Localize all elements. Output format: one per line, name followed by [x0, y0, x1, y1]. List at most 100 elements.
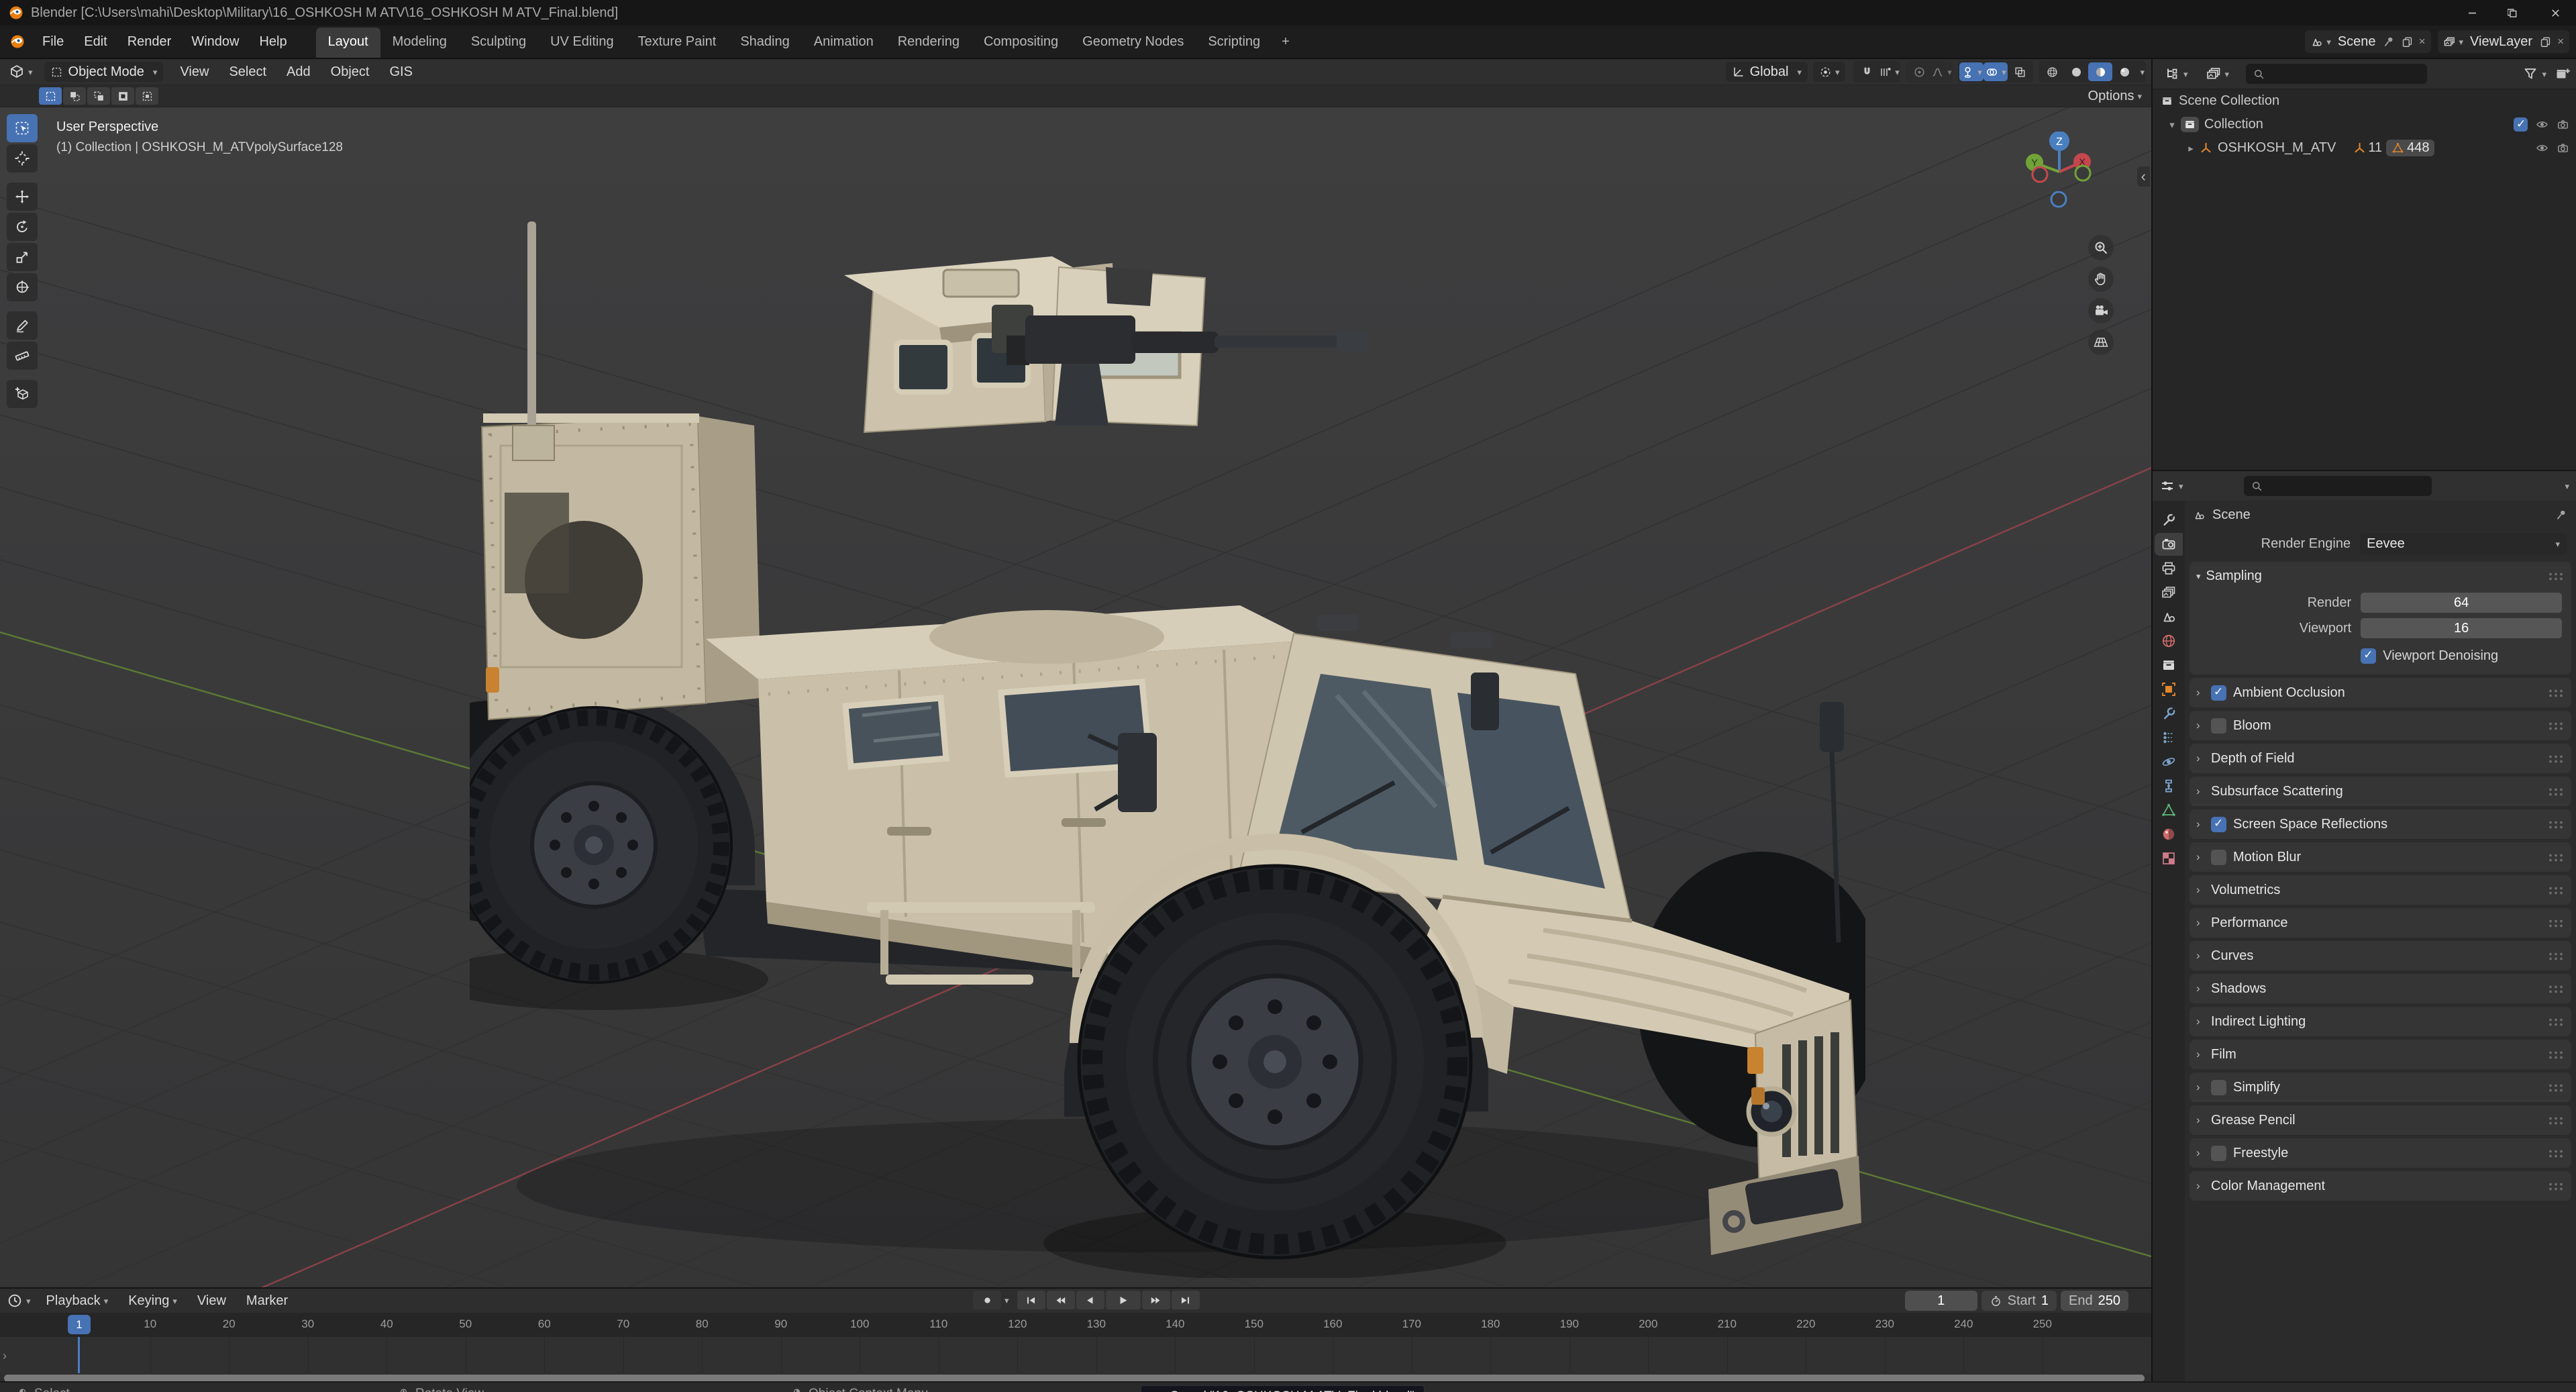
tab-texture-paint[interactable]: Texture Paint — [626, 28, 729, 58]
panel-motion-blur[interactable]: ›Motion Blur — [2189, 842, 2571, 872]
properties-options-dropdown[interactable]: ▾ — [2565, 482, 2569, 491]
viewport-menu-object[interactable]: Object — [321, 60, 380, 84]
properties-tab-tool[interactable] — [2155, 509, 2183, 532]
options-dropdown[interactable]: Options▾ — [2088, 89, 2142, 104]
properties-tab-texture[interactable] — [2155, 847, 2183, 870]
panel-simplify[interactable]: ›Simplify — [2189, 1073, 2571, 1102]
camera-render-visibility-icon[interactable] — [2557, 118, 2569, 131]
start-frame-field[interactable]: 1 — [2041, 1293, 2049, 1309]
sampling-panel-header[interactable]: ▾ Sampling — [2189, 562, 2571, 590]
timeline-ruler[interactable]: 1 10203040506070809010011012013014015016… — [0, 1313, 2151, 1338]
panel-drag-handle[interactable] — [2548, 1149, 2565, 1158]
navigation-gizmo[interactable]: Z Y X — [2016, 132, 2103, 219]
menu-render[interactable]: Render — [117, 30, 182, 54]
properties-tab-modifiers[interactable] — [2155, 702, 2183, 725]
transform-orientation-dropdown[interactable]: Global▾ — [1726, 62, 1808, 82]
viewport-samples-field[interactable]: 16 — [2361, 618, 2562, 638]
panel-expand-icon[interactable]: › — [2196, 1048, 2211, 1061]
tool-cursor[interactable] — [7, 144, 38, 172]
panel-drag-handle[interactable] — [2548, 952, 2565, 960]
show-gizmos-toggle[interactable]: ▾ — [1959, 62, 1983, 81]
nav-toggle-perspective-button[interactable] — [2088, 330, 2114, 355]
panel-subsurface-scattering[interactable]: ›Subsurface Scattering — [2189, 777, 2571, 806]
outliner-row-scene-collection[interactable]: Scene Collection — [2153, 89, 2576, 113]
tool-transform[interactable] — [7, 273, 38, 301]
panel-grease-pencil[interactable]: ›Grease Pencil — [2189, 1105, 2571, 1135]
eye-icon[interactable] — [2536, 142, 2548, 154]
panel-drag-handle[interactable] — [2548, 919, 2565, 928]
properties-editor-type[interactable]: ▾ — [2159, 478, 2183, 494]
timeline-menu-keying[interactable]: Keying▾ — [118, 1289, 187, 1313]
nav-camera-view-button[interactable] — [2088, 298, 2114, 324]
tab-uv-editing[interactable]: UV Editing — [538, 28, 626, 58]
nav-zoom-button[interactable] — [2088, 235, 2114, 260]
panel-expand-icon[interactable]: › — [2196, 719, 2211, 732]
timeline-menu-view[interactable]: View — [187, 1289, 236, 1313]
timeline-expand-arrow[interactable]: › — [3, 1349, 7, 1363]
panel-shadows[interactable]: ›Shadows — [2189, 974, 2571, 1003]
panel-expand-icon[interactable]: › — [2196, 785, 2211, 798]
tab-shading[interactable]: Shading — [728, 28, 801, 58]
viewport-denoising-checkbox[interactable] — [2361, 648, 2376, 664]
menu-file[interactable]: File — [32, 30, 74, 54]
properties-tab-collection[interactable] — [2155, 654, 2183, 677]
properties-search-input[interactable] — [2244, 476, 2432, 496]
tool-move[interactable] — [7, 183, 38, 211]
tool-add-cube[interactable] — [7, 380, 38, 408]
filter-funnel-icon[interactable] — [2522, 66, 2538, 82]
panel-expand-icon[interactable]: › — [2196, 752, 2211, 765]
properties-tab-output[interactable] — [2155, 557, 2183, 580]
nav-pan-button[interactable] — [2088, 266, 2114, 292]
panel-drag-handle[interactable] — [2548, 886, 2565, 895]
new-collection-button[interactable] — [2555, 66, 2571, 82]
shading-rendered[interactable] — [2112, 62, 2136, 81]
render-engine-dropdown[interactable]: Eevee ▾ — [2360, 533, 2567, 554]
panel-expand-icon[interactable]: › — [2196, 1015, 2211, 1028]
playhead[interactable] — [78, 1337, 80, 1373]
copy-icon[interactable] — [2401, 36, 2414, 48]
collection-checkbox[interactable] — [2514, 117, 2528, 132]
auto-keying-button[interactable] — [973, 1291, 1001, 1309]
panel-expand-icon[interactable]: › — [2196, 1113, 2211, 1127]
editor-type-selector[interactable]: ▾ — [3, 62, 39, 82]
chevron-down-icon[interactable]: ▾ — [2140, 68, 2145, 77]
timeline-editor-type[interactable]: ▾ — [7, 1293, 31, 1309]
panel-screen-space-reflections[interactable]: ›Screen Space Reflections — [2189, 809, 2571, 839]
properties-tab-world[interactable] — [2155, 630, 2183, 652]
screen-space-reflections-checkbox[interactable] — [2211, 817, 2226, 832]
panel-expand-icon[interactable]: › — [2196, 1146, 2211, 1160]
gizmo-neg-y-axis[interactable] — [2075, 166, 2090, 181]
jump-to-start-button[interactable] — [1017, 1291, 1045, 1309]
panel-volumetrics[interactable]: ›Volumetrics — [2189, 875, 2571, 905]
falloff-dropdown[interactable]: ▾ — [1931, 62, 1951, 81]
render-samples-field[interactable]: 64 — [2361, 593, 2562, 613]
next-keyframe-button[interactable] — [1142, 1291, 1170, 1309]
previous-keyframe-button[interactable] — [1047, 1291, 1075, 1309]
proportional-edit-toggle[interactable] — [1907, 62, 1931, 81]
blender-menu-button[interactable] — [0, 30, 32, 54]
eye-icon[interactable] — [2536, 118, 2548, 131]
outliner-display-mode[interactable]: ▾ — [2158, 64, 2194, 84]
tab-layout[interactable]: Layout — [316, 28, 380, 58]
properties-tab-material[interactable] — [2155, 823, 2183, 846]
panel-indirect-lighting[interactable]: ›Indirect Lighting — [2189, 1007, 2571, 1036]
snap-settings-dropdown[interactable]: ▾ — [1879, 62, 1899, 81]
properties-tab-object-data[interactable] — [2155, 799, 2183, 822]
keying-dropdown-arrow[interactable]: ▾ — [1004, 1296, 1009, 1305]
select-mode-invert[interactable] — [111, 87, 134, 105]
tab-geometry-nodes[interactable]: Geometry Nodes — [1070, 28, 1196, 58]
panel-freestyle[interactable]: ›Freestyle — [2189, 1138, 2571, 1168]
add-workspace-button[interactable]: + — [1272, 28, 1299, 56]
copy-icon[interactable] — [2539, 36, 2552, 48]
tool-measure[interactable] — [7, 342, 38, 370]
freestyle-checkbox[interactable] — [2211, 1146, 2226, 1161]
jump-to-end-button[interactable] — [1172, 1291, 1200, 1309]
pin-icon[interactable] — [2383, 36, 2395, 48]
tab-animation[interactable]: Animation — [802, 28, 886, 58]
viewport-canvas[interactable]: User Perspective (1) Collection | OSHKOS… — [0, 107, 2151, 1287]
select-mode-intersect[interactable] — [136, 87, 158, 105]
panel-drag-handle[interactable] — [2548, 1083, 2565, 1092]
shading-material-preview[interactable] — [2088, 62, 2112, 81]
outliner-search-input[interactable] — [2246, 64, 2427, 84]
select-mode-extend[interactable] — [63, 87, 86, 105]
